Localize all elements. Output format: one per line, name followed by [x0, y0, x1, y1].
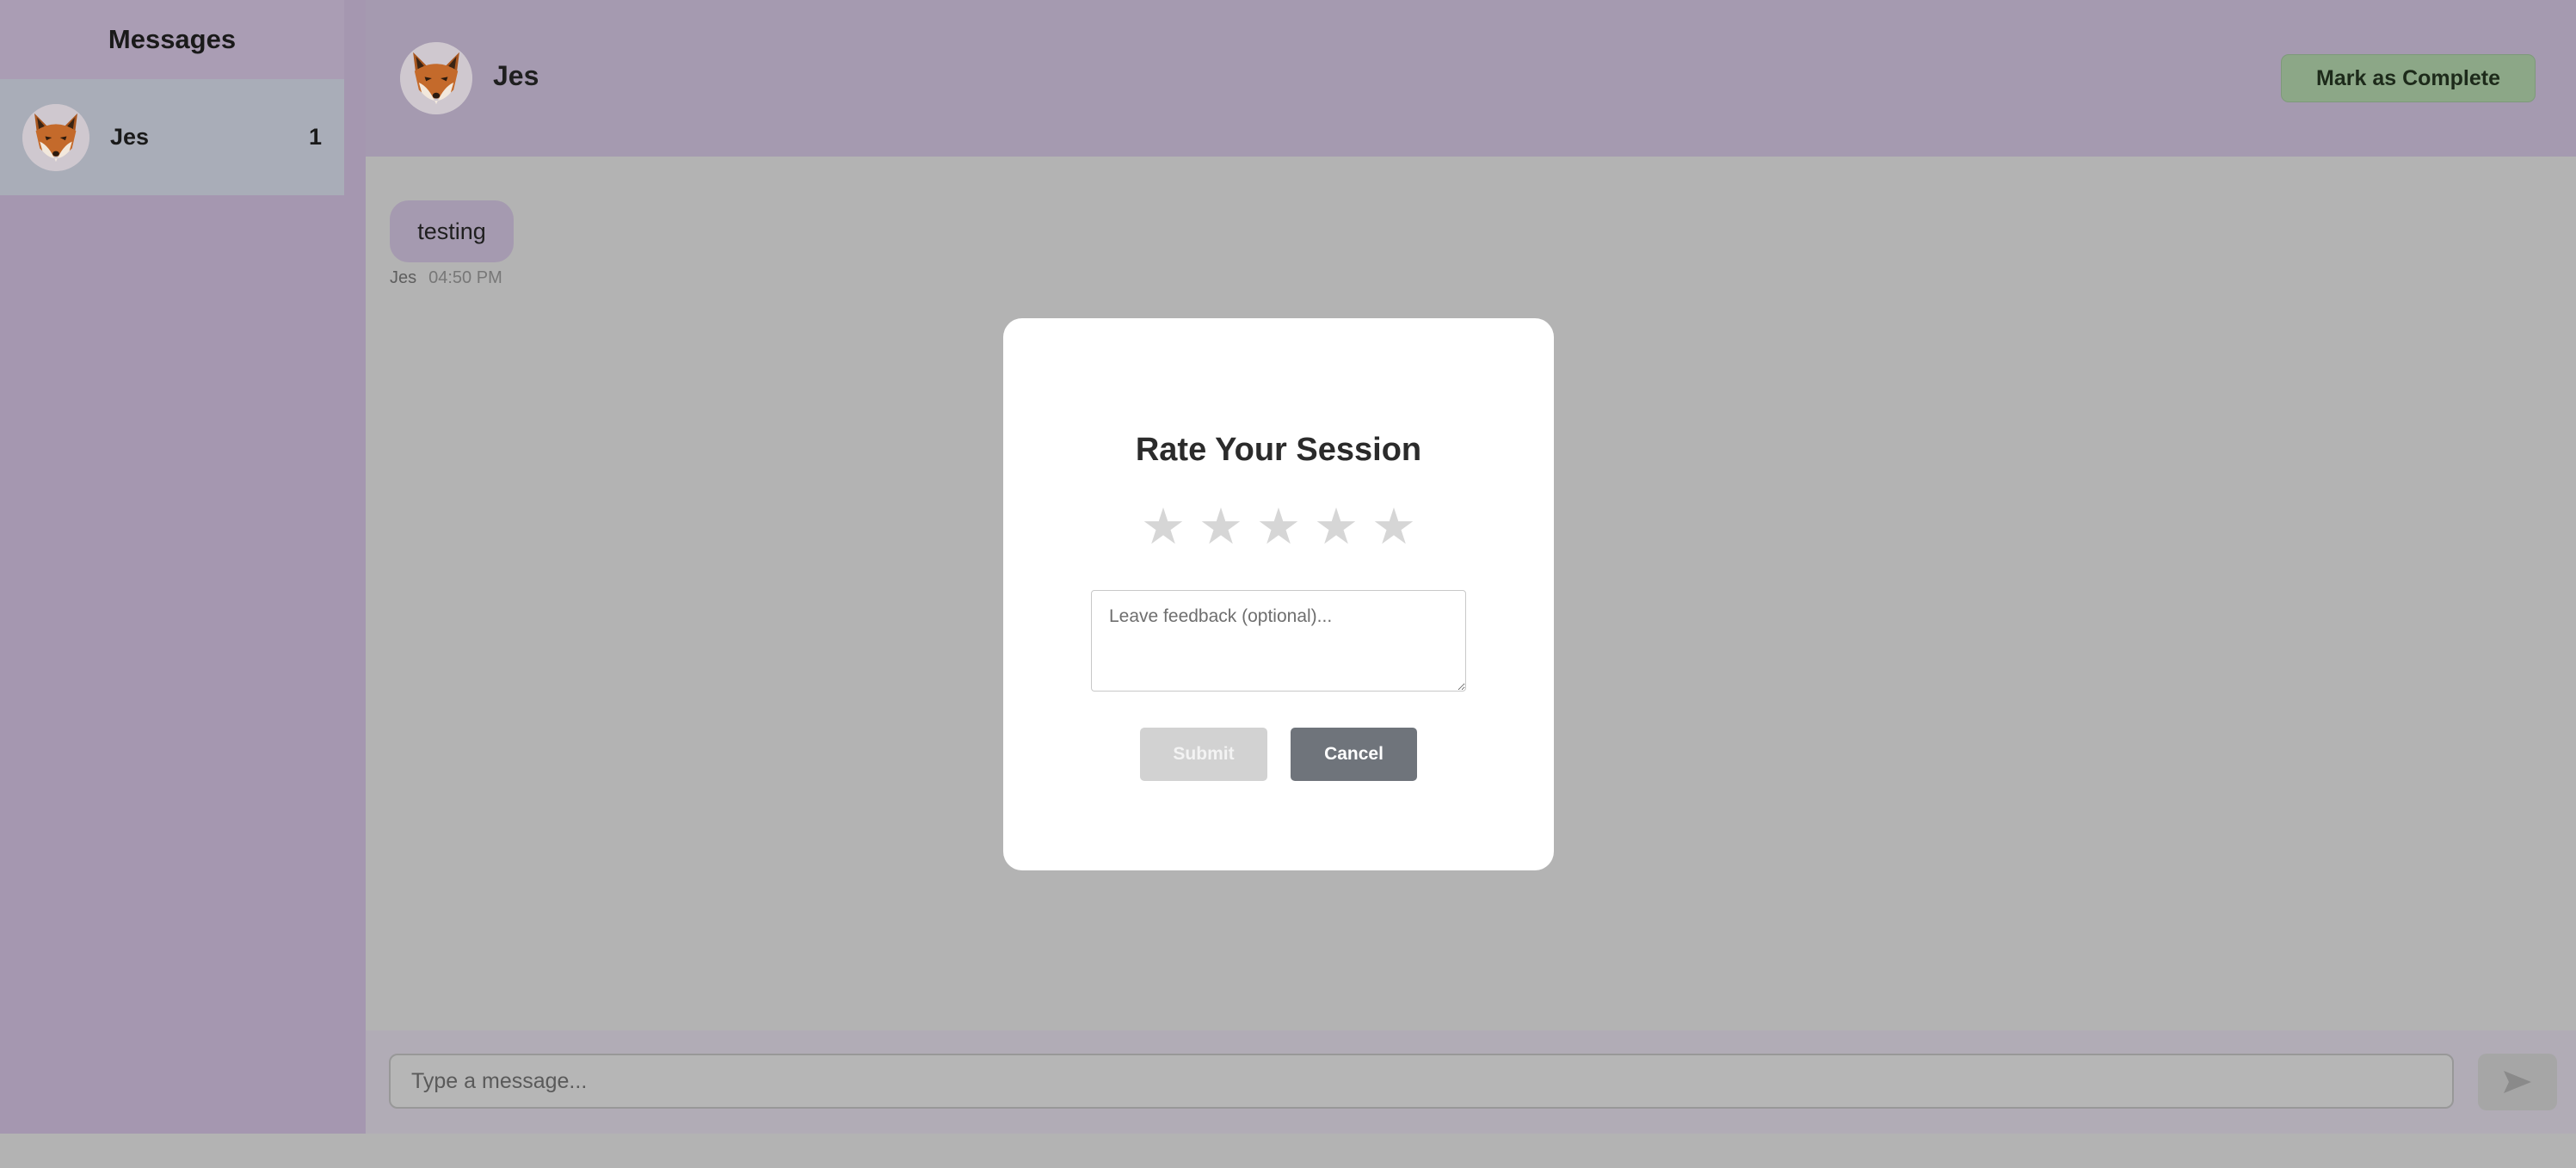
message-meta: Jes 04:50 PM [390, 268, 502, 288]
unread-count-badge: 1 [308, 124, 322, 150]
chat-contact-name: Jes [493, 60, 539, 91]
conversation-name: Jes [110, 124, 150, 150]
message-input[interactable] [389, 1054, 2454, 1109]
submit-button[interactable]: Submit [1140, 728, 1267, 781]
star-icon-4[interactable]: ★ [1314, 502, 1359, 552]
feedback-textarea[interactable] [1091, 590, 1466, 692]
star-icon-1[interactable]: ★ [1141, 502, 1186, 552]
message-sender: Jes [390, 268, 417, 287]
cancel-button[interactable]: Cancel [1291, 728, 1417, 781]
sidebar: Messages Jes 1 [0, 0, 366, 1134]
sidebar-title: Messages [0, 0, 344, 79]
mark-complete-button[interactable]: Mark as Complete [2281, 54, 2536, 102]
send-button[interactable] [2478, 1054, 2557, 1110]
bottom-strip [0, 1134, 2576, 1168]
sidebar-item-jes[interactable]: Jes 1 [0, 79, 344, 195]
send-icon [2504, 1071, 2531, 1093]
modal-title: Rate Your Session [1135, 432, 1422, 468]
chat-header: Jes Mark as Complete [366, 0, 2576, 157]
star-rating: ★ ★ ★ ★ ★ [1141, 501, 1416, 553]
message-time: 04:50 PM [428, 268, 502, 287]
fox-avatar-icon [22, 103, 89, 171]
star-icon-5[interactable]: ★ [1371, 502, 1416, 552]
rating-modal: Rate Your Session ★ ★ ★ ★ ★ Submit Cance… [1003, 318, 1554, 870]
message-bubble: testing [390, 200, 514, 262]
star-icon-2[interactable]: ★ [1199, 502, 1243, 552]
message-composer [366, 1030, 2576, 1134]
star-icon-3[interactable]: ★ [1256, 502, 1301, 552]
fox-avatar-icon [400, 42, 472, 114]
